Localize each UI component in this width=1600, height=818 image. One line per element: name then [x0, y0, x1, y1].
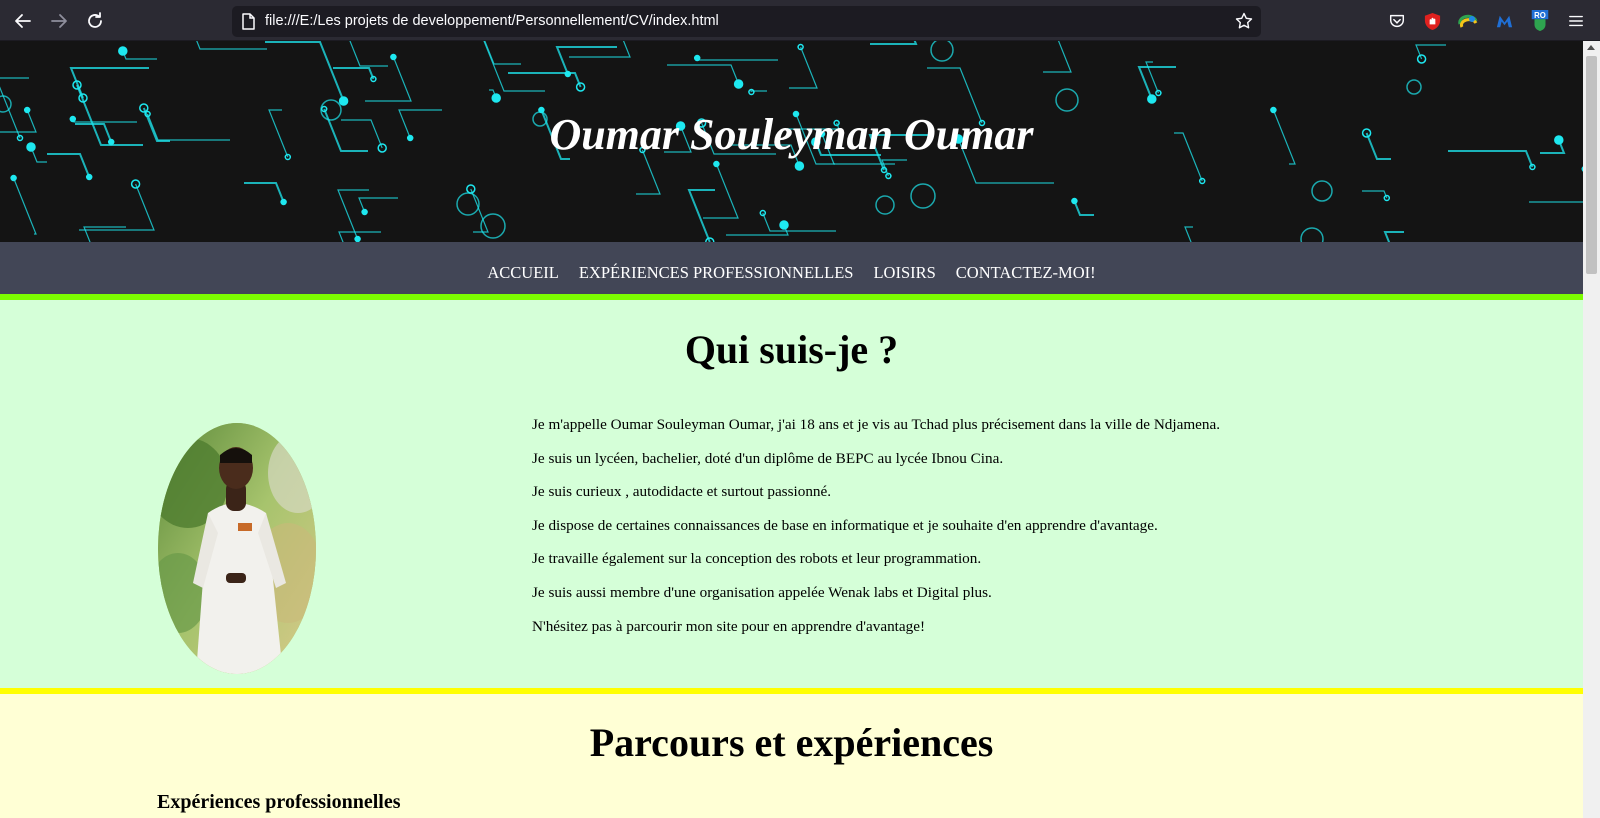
nav-link-experiences[interactable]: EXPÉRIENCES PROFESSIONNELLES [569, 263, 864, 283]
bookmark-star-icon[interactable] [1235, 12, 1253, 30]
header-banner: Oumar Souleyman Oumar [0, 41, 1583, 242]
scroll-up-arrow-icon[interactable] [1587, 45, 1595, 50]
url-bar[interactable]: file:///E:/Les projets de developpement/… [232, 6, 1261, 37]
page-icon [242, 13, 255, 30]
arrow-left-icon [15, 14, 31, 28]
pocket-icon[interactable] [1387, 11, 1407, 31]
page-scrollbar[interactable] [1583, 41, 1600, 818]
about-paragraph: Je suis curieux , autodidacte et surtout… [532, 483, 832, 501]
about-section: Qui suis-je ? Je m'appelle Oumar Souleym… [0, 300, 1583, 688]
parcours-section: Parcours et expériences Expériences prof… [0, 694, 1583, 818]
parcours-title: Parcours et expériences [589, 720, 994, 765]
malwarebytes-icon[interactable] [1494, 11, 1514, 31]
extension-globe-icon[interactable] [1458, 11, 1478, 31]
menu-icon[interactable] [1566, 11, 1586, 31]
nav-link-loisirs[interactable]: LOISIRS [863, 263, 945, 283]
about-text: Je m'appelle Oumar Souleyman Oumar, j'ai… [532, 415, 1432, 650]
about-paragraph: Je m'appelle Oumar Souleyman Oumar, j'ai… [532, 416, 1221, 433]
about-paragraph: Je suis un lycéen, bachelier, doté d'un … [532, 449, 1004, 467]
page-viewport: Oumar Souleyman Oumar ACCUEIL EXPÉRIENCE… [0, 41, 1583, 818]
nav-link-accueil[interactable]: ACCUEIL [477, 263, 569, 283]
about-paragraph: Je travaille également sur la conception… [532, 550, 982, 568]
profile-photo [158, 423, 316, 674]
about-paragraph: Je dispose de certaines connaissances de… [532, 516, 1158, 534]
back-button[interactable] [10, 8, 36, 34]
forward-button[interactable] [46, 8, 72, 34]
reload-button[interactable] [82, 8, 108, 34]
nav-link-contact[interactable]: CONTACTEZ-MOI! [946, 263, 1106, 283]
experiences-subtitle: Expériences professionnelles [157, 791, 401, 813]
browser-toolbar: file:///E:/Les projets de developpement/… [0, 0, 1600, 41]
ublock-icon[interactable] [1422, 11, 1442, 31]
scroll-thumb[interactable] [1586, 56, 1597, 274]
reload-icon [88, 12, 102, 28]
main-nav: ACCUEIL EXPÉRIENCES PROFESSIONNELLES LOI… [0, 242, 1583, 300]
url-text[interactable]: file:///E:/Les projets de developpement/… [265, 13, 719, 29]
arrow-right-icon [51, 14, 67, 28]
about-paragraph: N'hésitez pas à parcourir mon site pour … [532, 617, 926, 635]
ro-badge-icon[interactable]: RO [1530, 10, 1550, 32]
page-title: Oumar Souleyman Oumar [549, 110, 1034, 159]
about-paragraph: Je suis aussi membre d'une organisation … [532, 583, 992, 601]
about-title: Qui suis-je ? [684, 327, 899, 372]
ro-badge-text: RO [1534, 11, 1546, 20]
